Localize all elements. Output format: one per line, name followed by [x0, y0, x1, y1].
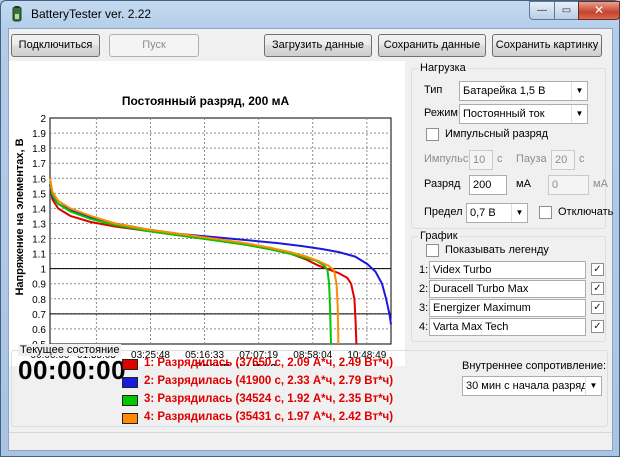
client-area: Подключиться Пуск Загрузить данные Сохра… — [8, 28, 613, 451]
mode-select[interactable]: Постоянный ток ▼ — [459, 104, 588, 124]
y-tick-label: 0.9 — [32, 280, 46, 291]
y-tick-label: 1.4 — [32, 204, 46, 215]
connect-button[interactable]: Подключиться — [11, 34, 100, 57]
series-visible-checkbox[interactable]: ✓ — [591, 320, 604, 333]
maximize-button[interactable]: ▭ — [554, 1, 579, 20]
limit-select[interactable]: 0,7 В ▼ — [466, 203, 528, 223]
limit-select-value: 0,7 В — [470, 207, 496, 219]
series-name-input[interactable]: Energizer Maximum — [429, 299, 586, 317]
chevron-down-icon: ▼ — [571, 82, 587, 100]
save-data-button[interactable]: Сохранить данные — [378, 34, 486, 57]
pause-label: Пауза — [516, 153, 547, 165]
status-text: 4: Разрядилась (35431 с, 1.97 А*ч, 2.42 … — [144, 411, 394, 423]
y-tick-label: 1.7 — [32, 159, 46, 170]
chevron-down-icon: ▼ — [571, 105, 587, 123]
y-tick-label: 1.3 — [32, 219, 46, 230]
graph-group-title: График — [418, 230, 460, 242]
mode-select-value: Постоянный ток — [463, 108, 545, 120]
y-tick-label: 1.9 — [32, 129, 46, 140]
graph-row-index: 3: — [419, 302, 429, 314]
pause-unit: с — [579, 153, 585, 165]
graph-row-index: 1: — [419, 264, 429, 276]
chart-title: Постоянный разряд, 200 мА — [122, 94, 290, 108]
status-text: 3: Разрядилась (34524 с, 1.92 А*ч, 2.35 … — [144, 393, 394, 405]
load-group-title: Нагрузка — [418, 62, 468, 74]
battery-app-icon — [12, 6, 22, 22]
series-color-swatch — [122, 377, 138, 388]
pulse-unit: с — [497, 153, 503, 165]
close-button[interactable]: ✕ — [578, 1, 620, 20]
graph-row-index: 2: — [419, 283, 429, 295]
status-text: 1: Разрядилась (37650 с, 2.09 А*ч, 2.49 … — [144, 357, 394, 369]
y-tick-label: 2 — [40, 114, 46, 125]
show-legend-checkbox[interactable] — [426, 244, 439, 257]
y-tick-label: 0.6 — [32, 325, 46, 336]
series-color-swatch — [122, 395, 138, 406]
type-label: Тип — [424, 84, 443, 96]
app-window: BatteryTester ver. 2.22 — ▭ ✕ Подключить… — [0, 0, 620, 457]
resistance-select-value: 30 мин с начала разряда — [466, 380, 594, 392]
pulse-checkbox[interactable] — [426, 128, 439, 141]
start-button[interactable]: Пуск — [109, 34, 199, 57]
series-name-input[interactable]: Duracell Turbo Max — [429, 280, 586, 298]
series-visible-checkbox[interactable]: ✓ — [591, 263, 604, 276]
y-tick-label: 0.8 — [32, 295, 46, 306]
series-name-input[interactable]: Varta Max Tech — [429, 318, 586, 336]
y-tick-label: 1 — [40, 265, 46, 276]
discharge2-input[interactable]: 0 — [548, 175, 589, 195]
y-tick-label: 1.6 — [32, 174, 46, 185]
limit-label: Предел — [424, 206, 463, 218]
discharge-unit: мА — [516, 178, 531, 190]
y-axis-label: Напряжение на элементах, В — [14, 138, 26, 295]
discharge2-unit: мА — [593, 178, 608, 190]
load-data-button[interactable]: Загрузить данные — [264, 34, 372, 57]
discharge-label: Разряд — [424, 178, 461, 190]
pulse-time-label: Импульс — [424, 153, 469, 165]
save-image-button[interactable]: Сохранить картинку — [492, 34, 602, 57]
series-visible-checkbox[interactable]: ✓ — [591, 301, 604, 314]
load-groupbox: Нагрузка Тип Батарейка 1,5 В ▼ Режим Пос… — [411, 62, 613, 229]
series-color-swatch — [122, 359, 138, 370]
status-text: 2: Разрядилась (41900 с, 2.33 А*ч, 2.79 … — [144, 375, 394, 387]
status-bar — [9, 432, 612, 450]
y-tick-label: 1.2 — [32, 235, 46, 246]
discharge-input[interactable]: 200 — [469, 175, 507, 195]
graph-groupbox: График Показывать легенду 1: Videx Turbo ✓… — [411, 230, 606, 342]
series-visible-checkbox[interactable]: ✓ — [591, 282, 604, 295]
chart-svg: 0.50.60.70.80.911.11.21.31.41.51.61.71.8… — [14, 94, 392, 373]
type-select[interactable]: Батарейка 1,5 В ▼ — [459, 81, 588, 101]
discharge-chart: 0.50.60.70.80.911.11.21.31.41.51.61.71.8… — [9, 61, 405, 373]
y-tick-label: 1.5 — [32, 189, 46, 200]
y-tick-label: 0.7 — [32, 310, 46, 321]
chevron-down-icon: ▼ — [511, 204, 527, 222]
title-bar[interactable]: BatteryTester ver. 2.22 — ▭ ✕ — [1, 1, 620, 27]
minimize-button[interactable]: — — [529, 1, 555, 20]
elapsed-clock: 00:00:00 — [18, 355, 127, 385]
disconnect-label: Отключать — [558, 206, 614, 218]
pulse-time-input[interactable]: 10 — [469, 150, 493, 170]
type-select-value: Батарейка 1,5 В — [463, 85, 546, 97]
mode-label: Режим — [424, 107, 458, 119]
series-name-input[interactable]: Videx Turbo — [429, 261, 586, 279]
chevron-down-icon: ▼ — [585, 377, 601, 395]
resistance-select[interactable]: 30 мин с начала разряда ▼ — [462, 376, 602, 396]
y-tick-label: 1.1 — [32, 250, 46, 261]
graph-row-index: 4: — [419, 321, 429, 333]
show-legend-label: Показывать легенду — [445, 244, 549, 256]
plot-area — [49, 117, 392, 345]
window-title: BatteryTester ver. 2.22 — [31, 7, 152, 21]
resistance-label: Внутреннее сопротивление: — [462, 360, 607, 372]
pause-input[interactable]: 20 — [551, 150, 575, 170]
disconnect-checkbox[interactable] — [539, 206, 552, 219]
series-color-swatch — [122, 413, 138, 424]
pulse-label: Импульсный разряд — [445, 128, 549, 140]
y-tick-label: 1.8 — [32, 144, 46, 155]
